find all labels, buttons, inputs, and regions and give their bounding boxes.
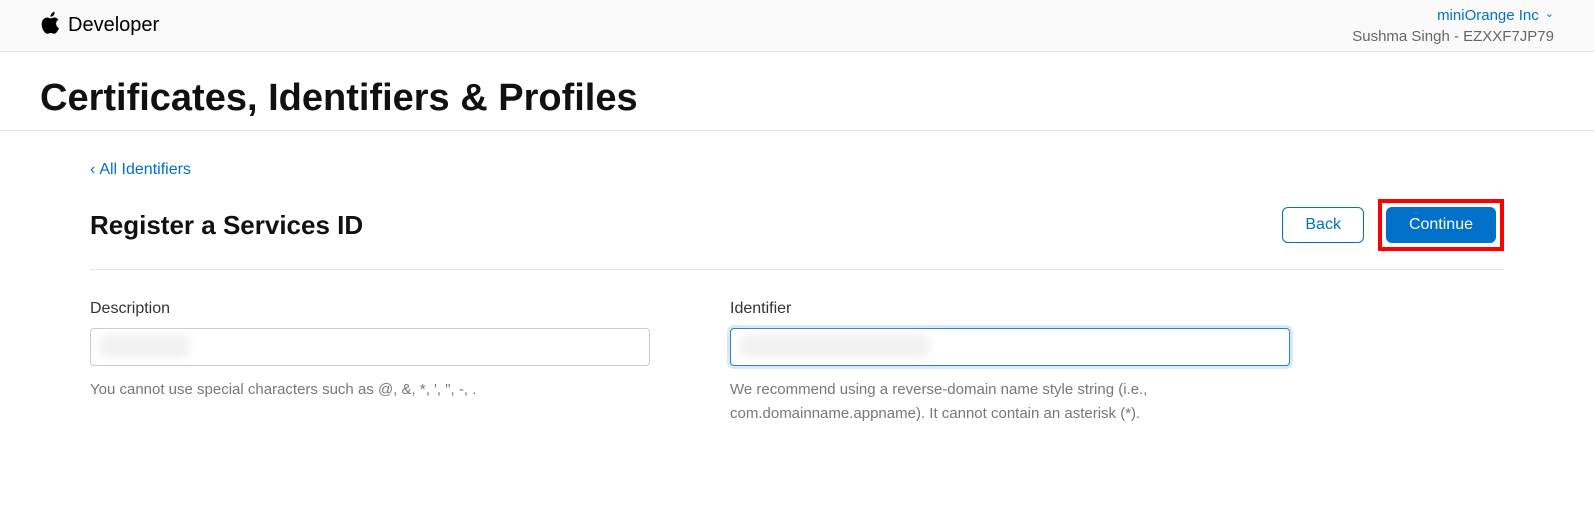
section-header: Register a Services ID Back Continue xyxy=(90,199,1504,270)
apple-logo-icon xyxy=(40,11,60,41)
account-area: miniOrange Inc ⌄ Sushma Singh - EZXXF7JP… xyxy=(1352,5,1554,47)
description-helper: You cannot use special characters such a… xyxy=(90,378,650,402)
back-link-label: All Identifiers xyxy=(99,161,191,179)
action-buttons: Back Continue xyxy=(1282,199,1504,251)
chevron-left-icon: ‹ xyxy=(90,161,95,179)
identifier-label: Identifier xyxy=(730,300,1290,318)
identifier-helper: We recommend using a reverse-domain name… xyxy=(730,378,1290,426)
section-title: Register a Services ID xyxy=(90,210,363,241)
main-content: ‹ All Identifiers Register a Services ID… xyxy=(0,131,1594,426)
brand-text: Developer xyxy=(68,14,159,37)
identifier-column: Identifier We recommend using a reverse-… xyxy=(730,300,1290,426)
redacted-overlay xyxy=(740,334,930,358)
org-switcher[interactable]: miniOrange Inc ⌄ xyxy=(1352,5,1554,26)
description-input-wrap xyxy=(90,328,650,366)
org-name: miniOrange Inc xyxy=(1437,5,1539,26)
all-identifiers-link[interactable]: ‹ All Identifiers xyxy=(90,161,191,179)
top-bar: Developer miniOrange Inc ⌄ Sushma Singh … xyxy=(0,0,1594,52)
chevron-down-icon: ⌄ xyxy=(1545,7,1554,22)
page-title-wrap: Certificates, Identifiers & Profiles xyxy=(0,52,1594,131)
redacted-overlay xyxy=(100,334,190,358)
continue-button[interactable]: Continue xyxy=(1386,207,1496,243)
user-info: Sushma Singh - EZXXF7JP79 xyxy=(1352,26,1554,47)
back-button[interactable]: Back xyxy=(1282,207,1364,243)
continue-highlight: Continue xyxy=(1378,199,1504,251)
identifier-input-wrap xyxy=(730,328,1290,366)
brand-area[interactable]: Developer xyxy=(40,11,159,41)
description-label: Description xyxy=(90,300,650,318)
description-column: Description You cannot use special chara… xyxy=(90,300,650,426)
page-title: Certificates, Identifiers & Profiles xyxy=(40,77,1554,120)
form-row: Description You cannot use special chara… xyxy=(90,300,1504,426)
